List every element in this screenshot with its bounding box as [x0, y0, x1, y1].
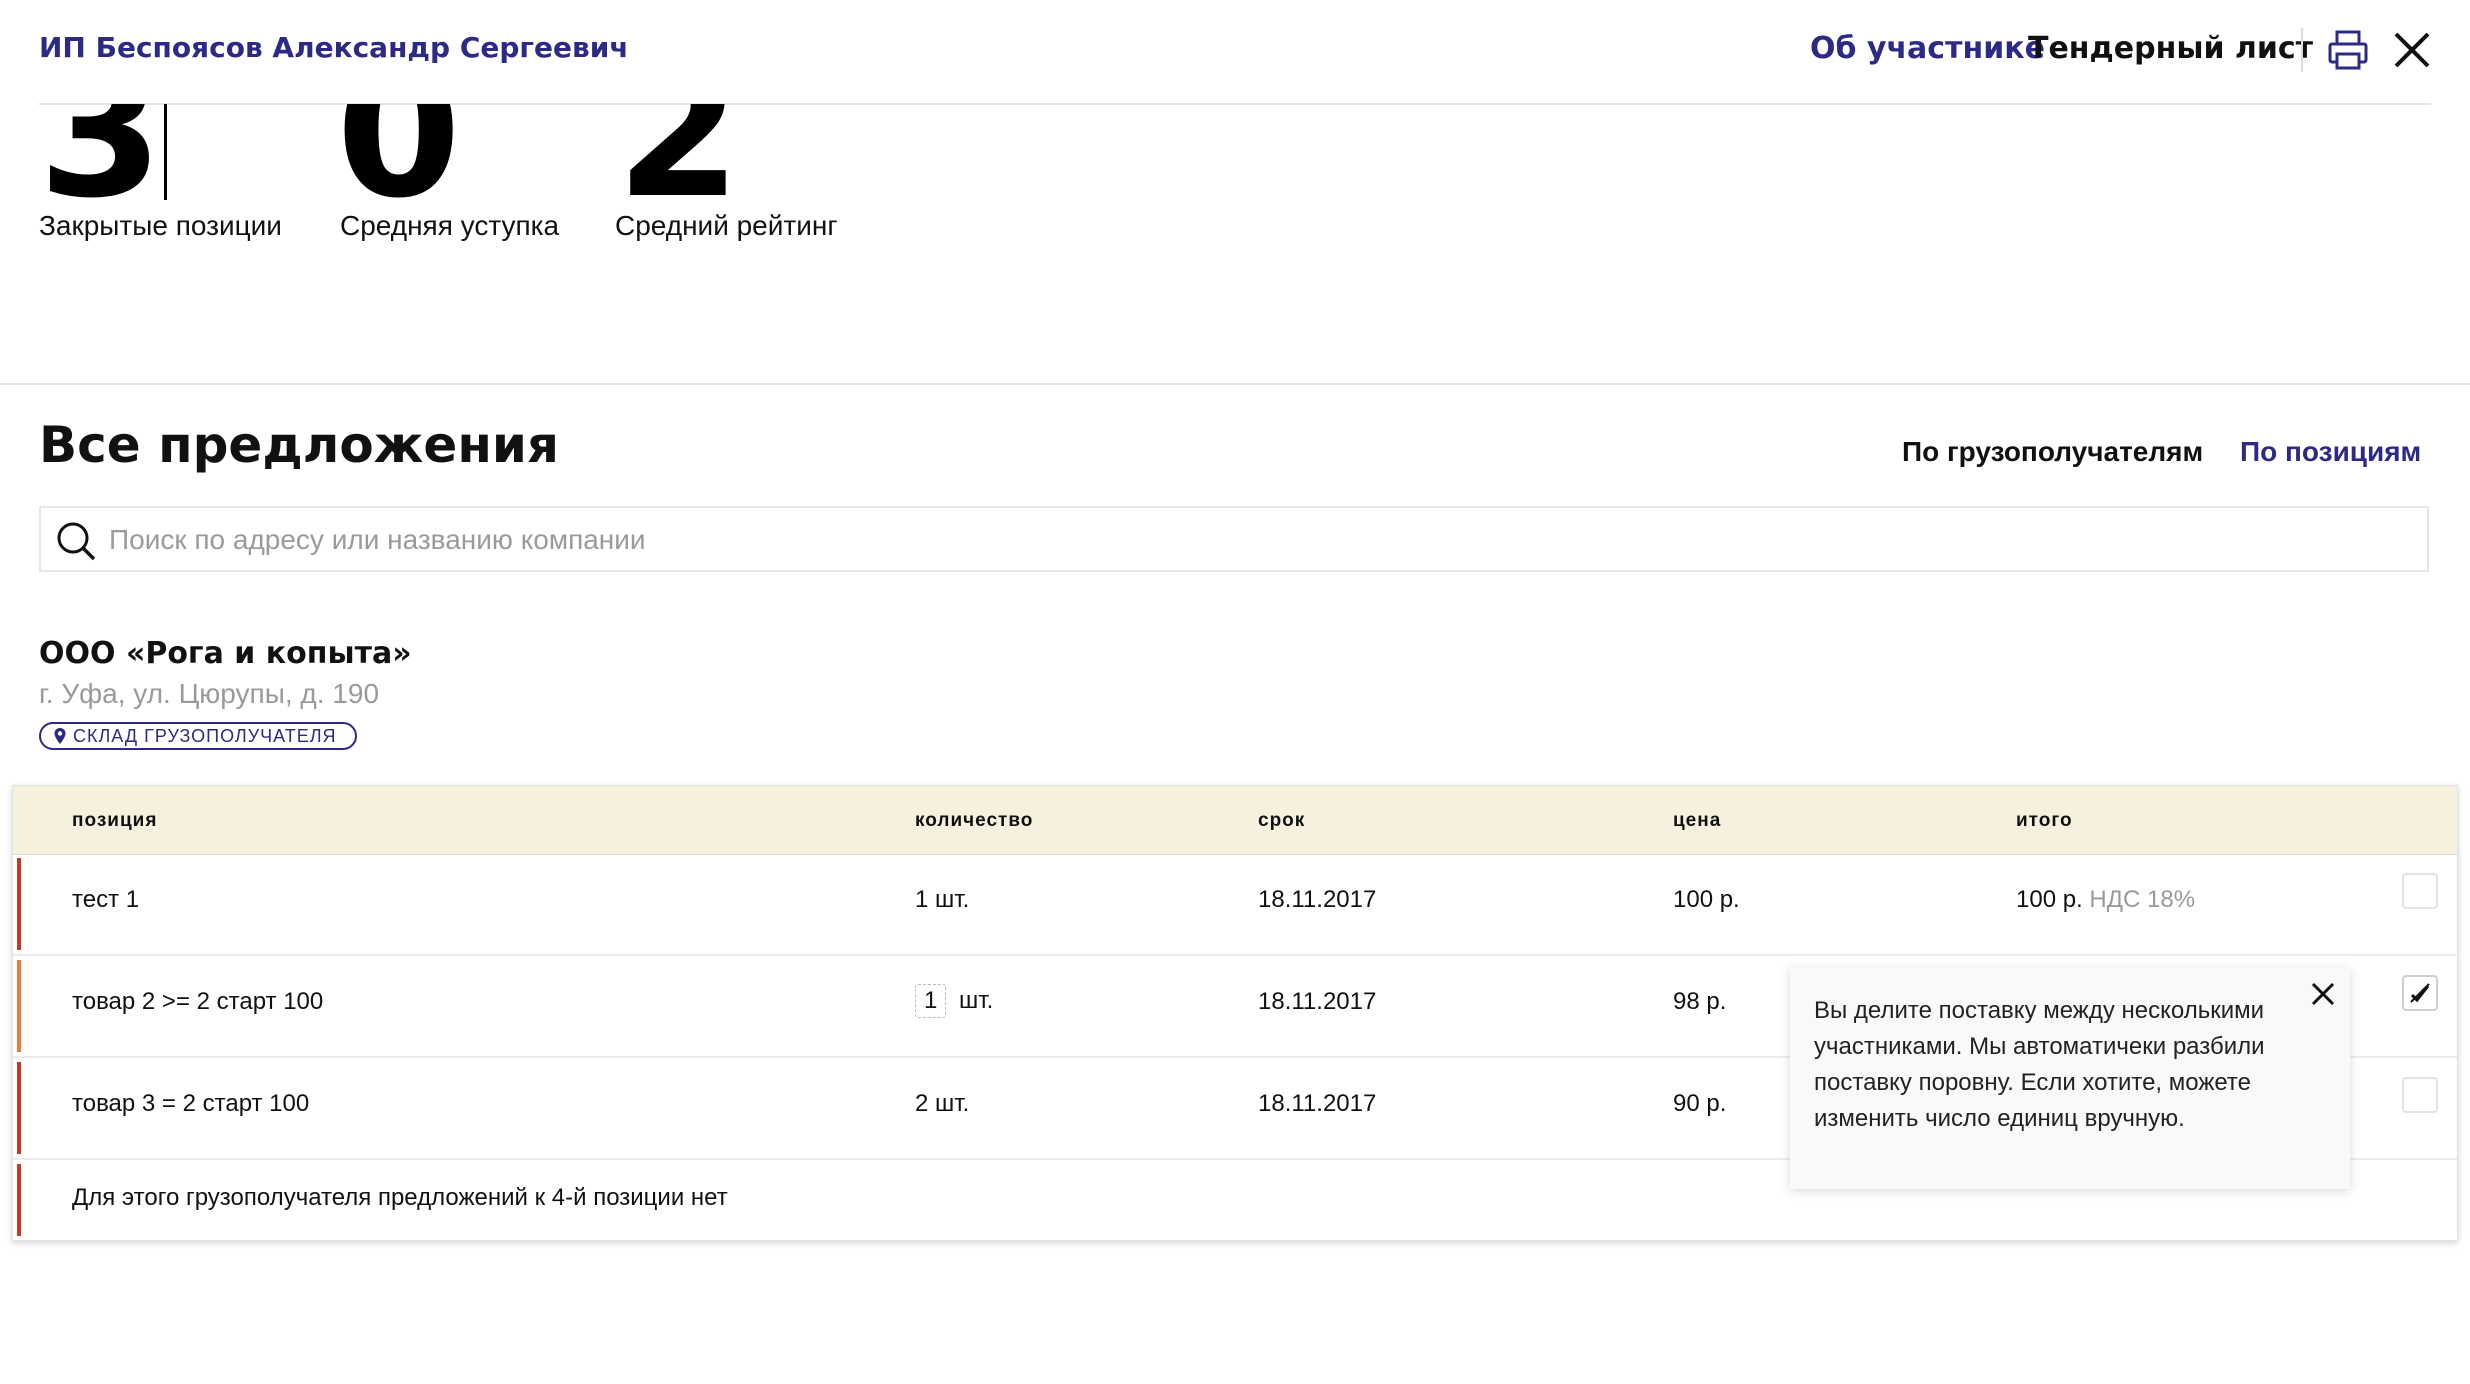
row-status-bar [17, 960, 21, 1052]
warehouse-badge: СКЛАД ГРУЗОПОЛУЧАТЕЛЯ [39, 722, 357, 750]
split-delivery-icon [2410, 983, 2430, 1003]
tooltip-text: Вы делите поставку между несколькими уча… [1814, 997, 2265, 1132]
consignee-address: г. Уфа, ул. Цюрупы, д. 190 [39, 678, 380, 709]
row-status-bar [17, 1062, 21, 1154]
row-status-bar [17, 1164, 21, 1236]
row-total: 100 р. НДС 18% [2016, 886, 2195, 914]
row-position: товар 3 = 2 старт 100 [72, 1090, 310, 1117]
search-icon [57, 522, 96, 561]
top-bar: ИП Беспоясов Александр Сергеевич Об учас… [0, 0, 2470, 105]
row-total-value: 100 р. [2016, 886, 2083, 913]
tender-sheet-link[interactable]: Тендерный лист [2028, 31, 2313, 66]
about-participant-link[interactable]: Об участнике [1810, 31, 2045, 66]
print-icon[interactable] [2326, 28, 2370, 72]
view-by-position-tab[interactable]: По позициям [2240, 436, 2421, 468]
row-term: 18.11.2017 [1258, 988, 1377, 1015]
row-checkbox[interactable] [2402, 873, 2438, 909]
stat-label-average-rating: Средний рейтинг [615, 210, 838, 241]
close-icon[interactable] [2390, 28, 2434, 72]
company-name[interactable]: ИП Беспоясов Александр Сергеевич [39, 31, 629, 64]
row-position: тест 1 [72, 886, 140, 913]
row-price: 90 р. [1673, 1090, 1727, 1117]
row-position: товар 2 >= 2 старт 100 [72, 988, 324, 1015]
row-price: 100 р. [1673, 886, 1740, 913]
row-quantity: 1 шт. [915, 886, 970, 913]
column-header-total: итого [2016, 810, 2073, 831]
table-row: тест 1 1 шт. 18.11.2017 100 р. 100 р. НД… [13, 854, 2457, 956]
row-term: 18.11.2017 [1258, 1090, 1377, 1117]
quantity-input[interactable]: 1 [915, 984, 947, 1018]
row-status-bar [17, 858, 21, 950]
row-checkbox[interactable] [2402, 975, 2438, 1011]
section-divider [0, 383, 2470, 385]
row-term: 18.11.2017 [1258, 886, 1377, 913]
stat-label-closed-positions: Закрытые позиции [39, 210, 282, 241]
no-offers-note: Для этого грузополучателя предложений к … [72, 1184, 728, 1211]
search-input[interactable] [107, 514, 2411, 566]
view-by-consignee-tab[interactable]: По грузополучателям [1902, 436, 2203, 468]
column-header-quantity: количество [915, 810, 1034, 831]
topbar-separator [2301, 28, 2303, 72]
row-vat: НДС 18% [2089, 886, 2196, 913]
warehouse-badge-label: СКЛАД ГРУЗОПОЛУЧАТЕЛЯ [73, 725, 337, 746]
column-header-position: позиция [72, 810, 158, 831]
search-box [39, 506, 2429, 572]
consignee-name: ООО «Рога и копыта» [39, 636, 412, 671]
row-quantity: 1 шт. [915, 984, 993, 1018]
stat-label-average-discount: Средняя уступка [340, 210, 560, 241]
row-quantity: 2 шт. [915, 1090, 970, 1117]
offers-title: Все предложения [39, 416, 560, 474]
column-header-price: цена [1673, 810, 1722, 831]
close-icon[interactable] [2308, 979, 2338, 1009]
text-cursor [164, 104, 167, 200]
row-checkbox[interactable] [2402, 1077, 2438, 1113]
stats-block: 3 0 2 Закрытые позиции Средняя уступка С… [0, 104, 2470, 384]
row-price: 98 р. [1673, 988, 1727, 1015]
quantity-unit: шт. [959, 987, 994, 1014]
split-delivery-tooltip: Вы делите поставку между несколькими уча… [1790, 967, 2350, 1189]
location-pin-icon [54, 728, 66, 744]
column-header-term: срок [1258, 810, 1306, 831]
table-header: позиция количество срок цена итого [13, 786, 2457, 855]
